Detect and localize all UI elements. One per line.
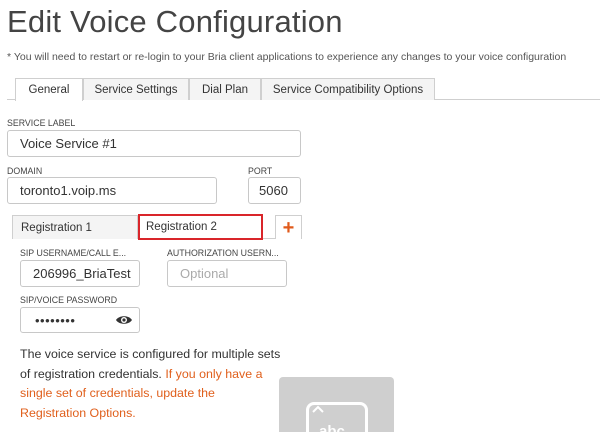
sip-username-input[interactable]: 206996_BriaTest (20, 260, 140, 287)
authorization-username-input[interactable]: Optional (167, 260, 287, 287)
domain-label: DOMAIN (7, 166, 43, 176)
authorization-username-label: AUTHORIZATION USERN... (167, 248, 279, 258)
service-label-label: SERVICE LABEL (7, 118, 76, 128)
tab-service-compatibility-options[interactable]: Service Compatibility Options (261, 78, 435, 100)
eye-icon[interactable] (115, 314, 133, 326)
keyboard-tile-label: abc (319, 423, 345, 432)
tab-general[interactable]: General (15, 78, 83, 101)
main-tabbar: General Service Settings Dial Plan Servi… (7, 74, 600, 101)
tab-registration-1[interactable]: Registration 1 (12, 215, 138, 239)
tab-registration-2[interactable]: Registration 2 (138, 214, 263, 240)
registration-tabbar: Registration 1 Registration 2 + (12, 212, 302, 240)
restart-notice: * You will need to restart or re-login t… (7, 51, 567, 63)
tab-service-settings[interactable]: Service Settings (83, 78, 189, 100)
password-input[interactable]: •••••••• (20, 307, 140, 333)
password-value: •••••••• (35, 312, 76, 328)
password-label: SIP/VOICE PASSWORD (20, 295, 118, 305)
sip-username-label: SIP USERNAME/CALL E... (20, 248, 127, 258)
service-label-input[interactable]: Voice Service #1 (7, 130, 301, 157)
domain-input[interactable]: toronto1.voip.ms (7, 177, 217, 204)
tab-dial-plan[interactable]: Dial Plan (189, 78, 261, 100)
page-title: Edit Voice Configuration (7, 4, 343, 39)
keyboard-tile[interactable]: abc (279, 377, 394, 432)
caret-up-icon (312, 405, 324, 413)
add-registration-button[interactable]: + (275, 215, 302, 239)
registration-info: The voice service is configured for mult… (20, 345, 282, 423)
port-input[interactable]: 5060 (248, 177, 301, 204)
port-label: PORT (248, 166, 273, 176)
